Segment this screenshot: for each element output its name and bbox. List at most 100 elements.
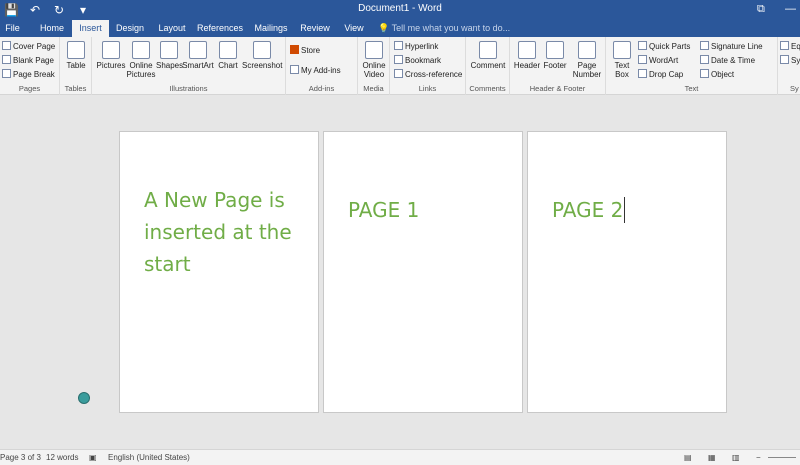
- my-addins-button[interactable]: My Add-ins: [290, 65, 341, 76]
- tab-insert[interactable]: Insert: [72, 20, 109, 37]
- date-time-icon: [700, 55, 709, 64]
- hyperlink-button[interactable]: Hyperlink: [394, 41, 438, 52]
- blank-page-button[interactable]: Blank Page: [2, 55, 54, 66]
- quick-parts-icon: [638, 41, 647, 50]
- cross-reference-button[interactable]: Cross-reference: [394, 69, 462, 80]
- language-status[interactable]: English (United States): [108, 453, 190, 462]
- zoom-slider[interactable]: [768, 457, 796, 458]
- smartart-icon: [189, 41, 207, 59]
- table-icon: [67, 41, 85, 59]
- tab-view[interactable]: View: [340, 20, 368, 37]
- group-label-header-footer: Header & Footer: [529, 84, 586, 93]
- group-text: Text Box Quick Parts WordArt Drop Cap Sig…: [606, 37, 778, 95]
- equation-button[interactable]: Eq: [780, 41, 800, 52]
- tell-me-search[interactable]: 💡 Tell me what you want to do...: [378, 20, 510, 37]
- date-time-button[interactable]: Date & Time: [700, 55, 755, 66]
- group-symbols: Eq Sy Sy: [778, 37, 800, 95]
- group-label-media: Media: [363, 84, 384, 93]
- print-layout-icon[interactable]: ▦: [708, 453, 716, 462]
- window-title: Document1 - Word: [358, 3, 442, 14]
- word-count-status[interactable]: 12 words: [46, 453, 78, 462]
- screenshot-button[interactable]: Screenshot: [242, 41, 282, 70]
- title-bar: 💾 ↶ ↻ ▾ Document1 - Word ⧉ —: [0, 0, 800, 20]
- ribbon-tabs: File Home Insert Design Layout Reference…: [0, 20, 800, 37]
- drop-cap-icon: [638, 69, 647, 78]
- group-label-tables: Tables: [64, 84, 87, 93]
- online-video-icon: [365, 41, 383, 59]
- table-button[interactable]: Table: [65, 41, 87, 70]
- symbol-button[interactable]: Sy: [780, 55, 800, 66]
- text-box-button[interactable]: Text Box: [610, 41, 634, 79]
- document-page-2[interactable]: PAGE 1: [323, 131, 523, 413]
- cover-page-button[interactable]: Cover Page: [2, 41, 55, 52]
- wordart-button[interactable]: WordArt: [638, 55, 678, 66]
- object-button[interactable]: Object: [700, 69, 734, 80]
- shapes-icon: [160, 41, 178, 59]
- footer-icon: [546, 41, 564, 59]
- minimize-icon[interactable]: —: [785, 3, 796, 15]
- online-video-button[interactable]: Online Video: [360, 41, 388, 79]
- signature-line-button[interactable]: Signature Line: [700, 41, 763, 52]
- document-page-1[interactable]: A New Page is inserted at the start: [119, 131, 319, 413]
- group-label-addins: Add-ins: [308, 84, 335, 93]
- lightbulb-icon: 💡: [378, 23, 390, 33]
- pictures-icon: [102, 41, 120, 59]
- page-number-button[interactable]: Page Number: [570, 41, 604, 79]
- page-break-icon: [2, 69, 11, 78]
- bookmark-button[interactable]: Bookmark: [394, 55, 441, 66]
- proofing-icon[interactable]: ▣: [89, 453, 97, 462]
- tab-mailings[interactable]: Mailings: [252, 20, 290, 37]
- cover-page-icon: [2, 41, 11, 50]
- zoom-out-button[interactable]: −: [756, 453, 761, 462]
- group-addins: Store My Add-ins Add-ins: [286, 37, 358, 95]
- read-mode-icon[interactable]: ▤: [684, 453, 692, 462]
- tab-file[interactable]: File: [0, 20, 25, 37]
- document-page-3[interactable]: PAGE 2: [527, 131, 727, 413]
- quick-parts-button[interactable]: Quick Parts: [638, 41, 690, 52]
- ribbon-display-options-icon[interactable]: ⧉: [757, 3, 765, 16]
- page-number-icon: [578, 41, 596, 59]
- group-label-links: Links: [418, 84, 437, 93]
- signature-line-icon: [700, 41, 709, 50]
- drop-cap-button[interactable]: Drop Cap: [638, 69, 683, 80]
- text-box-icon: [613, 41, 631, 59]
- group-label-illustrations: Illustrations: [169, 84, 208, 93]
- comment-button[interactable]: Comment: [468, 41, 508, 70]
- page-1-text[interactable]: A New Page is inserted at the start: [144, 184, 314, 280]
- smartart-button[interactable]: SmartArt: [182, 41, 214, 70]
- page-break-button[interactable]: Page Break: [2, 69, 55, 80]
- group-tables: Table Tables: [60, 37, 92, 95]
- page-count-status[interactable]: Page 3 of 3: [0, 453, 41, 462]
- group-illustrations: Pictures Online Pictures Shapes SmartArt …: [92, 37, 286, 95]
- chart-button[interactable]: Chart: [216, 41, 240, 70]
- tab-review[interactable]: Review: [298, 20, 332, 37]
- footer-button[interactable]: Footer: [540, 41, 570, 70]
- hyperlink-icon: [394, 41, 403, 50]
- tab-design[interactable]: Design: [112, 20, 148, 37]
- page-2-text[interactable]: PAGE 1: [348, 197, 419, 223]
- page-3-text[interactable]: PAGE 2: [552, 197, 626, 223]
- header-icon: [518, 41, 536, 59]
- group-label-text: Text: [684, 84, 699, 93]
- shapes-button[interactable]: Shapes: [156, 41, 183, 70]
- group-label-symbols: Sy: [790, 84, 799, 93]
- bookmark-icon: [394, 55, 403, 64]
- tab-layout[interactable]: Layout: [154, 20, 190, 37]
- equation-icon: [780, 41, 789, 50]
- web-layout-icon[interactable]: ▥: [732, 453, 740, 462]
- my-addins-icon: [290, 65, 299, 74]
- cross-reference-icon: [394, 69, 403, 78]
- cursor-indicator-icon: [78, 392, 90, 404]
- object-icon: [700, 69, 709, 78]
- tab-home[interactable]: Home: [34, 20, 70, 37]
- header-button[interactable]: Header: [512, 41, 542, 70]
- status-bar: Page 3 of 3 12 words ▣ English (United S…: [0, 449, 800, 465]
- group-comments: Comment Comments: [466, 37, 510, 95]
- symbol-icon: [780, 55, 789, 64]
- group-links: Hyperlink Bookmark Cross-reference Links: [390, 37, 466, 95]
- pictures-button[interactable]: Pictures: [96, 41, 126, 70]
- screenshot-icon: [253, 41, 271, 59]
- store-button[interactable]: Store: [290, 45, 320, 56]
- online-pictures-button[interactable]: Online Pictures: [126, 41, 156, 79]
- tab-references[interactable]: References: [197, 20, 243, 37]
